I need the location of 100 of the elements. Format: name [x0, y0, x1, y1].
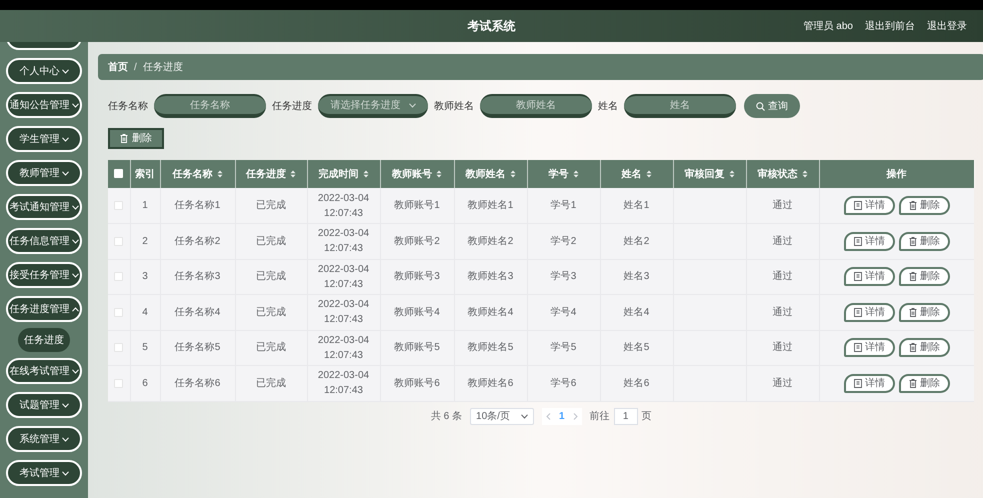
table-cell: 教师姓名4 — [468, 306, 514, 318]
breadcrumb-link[interactable]: 任务进度 — [142, 60, 183, 74]
details-button[interactable]: 详情 — [844, 374, 895, 393]
document-icon — [854, 343, 862, 352]
delete-button[interactable]: 删除 — [898, 338, 950, 358]
checkbox[interactable] — [114, 343, 124, 352]
table-cell: 4 — [142, 306, 148, 318]
delete-button[interactable]: 删除 — [898, 267, 950, 286]
table-cell: 教师账号4 — [394, 306, 440, 318]
details-button[interactable]: 详情 — [844, 267, 895, 286]
trash-icon — [908, 343, 917, 352]
table-cell: 已完成 — [256, 271, 286, 282]
table-cell: 任务名称3 — [174, 271, 220, 282]
menu-item[interactable]: 考试管理 — [6, 460, 82, 486]
trash-icon — [908, 308, 917, 317]
details-button[interactable]: 详情 — [844, 302, 895, 322]
header-link[interactable]: 管理员 abo — [804, 18, 853, 34]
document-icon — [854, 236, 862, 246]
menu-item[interactable]: 通知公告管理 — [6, 92, 82, 118]
table-cell: 姓名5 — [624, 342, 650, 354]
table-cell: 通过 — [772, 271, 792, 282]
document-icon — [854, 272, 862, 282]
sort-icon[interactable] — [572, 170, 578, 178]
table-cell: 学号1 — [550, 200, 576, 211]
menu-item[interactable]: 任务信息管理 — [6, 228, 82, 254]
select-field[interactable]: 请选择任务进度 — [318, 94, 428, 118]
chevron-down-icon — [72, 368, 78, 374]
table-cell: 任务名称4 — [174, 306, 220, 318]
breadcrumb-link[interactable]: 首页 — [108, 60, 128, 74]
document-icon — [854, 378, 862, 388]
table-cell: 姓名2 — [624, 236, 650, 247]
table-cell: 2022-03-04 12:07:43 — [318, 228, 370, 254]
table-cell: 姓名3 — [624, 271, 650, 282]
document-icon — [854, 308, 862, 317]
chevron-down-icon — [72, 272, 78, 278]
trash-icon — [908, 236, 917, 246]
input-field[interactable]: 姓名 — [624, 94, 736, 118]
menu-item[interactable]: 系统管理 — [6, 426, 82, 452]
menu-item[interactable]: 学生管理 — [6, 126, 82, 152]
breadcrumb-separator: / — [134, 60, 137, 74]
sort-icon[interactable] — [436, 170, 442, 178]
search-icon — [756, 102, 765, 110]
table-cell: 1 — [142, 200, 148, 211]
submenu-item[interactable]: 任务进度 — [18, 328, 70, 352]
header-link[interactable]: 退出登录 — [927, 18, 967, 34]
table-cell: 通过 — [772, 236, 792, 247]
table-cell: 学号4 — [550, 306, 576, 318]
menu-item[interactable]: 个人中心 — [6, 58, 82, 84]
sort-icon[interactable] — [510, 170, 516, 178]
page-size-select[interactable]: 10条/页 — [470, 408, 534, 424]
table-cell: 2022-03-04 12:07:43 — [318, 264, 370, 290]
header-link[interactable]: 退出到前台 — [865, 18, 915, 34]
checkbox[interactable] — [114, 272, 124, 282]
menu-item[interactable]: 试题管理 — [6, 392, 82, 418]
menu-item[interactable]: 在线考试管理 — [6, 358, 82, 384]
delete-button[interactable]: 删除 — [108, 128, 164, 149]
checkbox[interactable] — [114, 308, 124, 317]
search-button[interactable]: 查询 — [744, 94, 800, 118]
menu-item[interactable]: 考试通知管理 — [6, 194, 82, 220]
table-cell: 教师姓名1 — [468, 200, 514, 211]
checkbox[interactable] — [114, 236, 124, 246]
sort-icon[interactable] — [362, 170, 368, 178]
sort-icon[interactable] — [728, 170, 734, 178]
details-button[interactable]: 详情 — [844, 196, 895, 215]
menu-item[interactable]: 教师管理 — [6, 160, 82, 186]
trash-icon — [908, 272, 917, 282]
checkbox[interactable] — [114, 378, 124, 388]
sort-icon[interactable] — [646, 170, 652, 178]
total-count: 共 6 条 — [430, 410, 462, 424]
input-field[interactable]: 任务名称 — [154, 94, 266, 118]
input-field[interactable]: 教师姓名 — [480, 94, 592, 118]
table-cell: 任务名称5 — [174, 342, 220, 354]
table-cell: 学号5 — [550, 342, 576, 354]
table-cell: 教师账号6 — [394, 378, 440, 389]
checkbox[interactable] — [114, 200, 124, 210]
table-cell: 任务名称6 — [174, 378, 220, 389]
details-button[interactable]: 详情 — [844, 232, 895, 251]
chevron-down-icon — [72, 102, 78, 108]
menu-item[interactable]: 任务进度管理 — [6, 296, 82, 322]
delete-button[interactable]: 删除 — [898, 374, 950, 393]
table-cell: 学号2 — [550, 236, 576, 247]
delete-button[interactable]: 删除 — [898, 232, 950, 251]
table-cell: 通过 — [772, 342, 792, 354]
delete-button[interactable]: 删除 — [898, 302, 950, 322]
sort-icon[interactable] — [290, 170, 296, 178]
chevron-down-icon — [62, 402, 68, 408]
sort-icon[interactable] — [802, 170, 808, 178]
table-cell: 通过 — [772, 306, 792, 318]
table-cell: 2022-03-04 12:07:43 — [318, 192, 370, 218]
delete-button[interactable]: 删除 — [898, 196, 950, 215]
chevron-down-icon — [62, 436, 68, 442]
page-unit: 页 — [642, 410, 652, 424]
table-cell: 教师姓名3 — [468, 271, 514, 282]
menu-item[interactable]: 接受任务管理 — [6, 262, 82, 288]
sort-icon[interactable] — [216, 170, 222, 178]
goto-label: 前往 — [590, 410, 610, 424]
table-cell: 通过 — [772, 200, 792, 211]
table-cell: 教师账号3 — [394, 271, 440, 282]
page-input[interactable]: 1 — [614, 408, 638, 424]
details-button[interactable]: 详情 — [844, 338, 895, 358]
